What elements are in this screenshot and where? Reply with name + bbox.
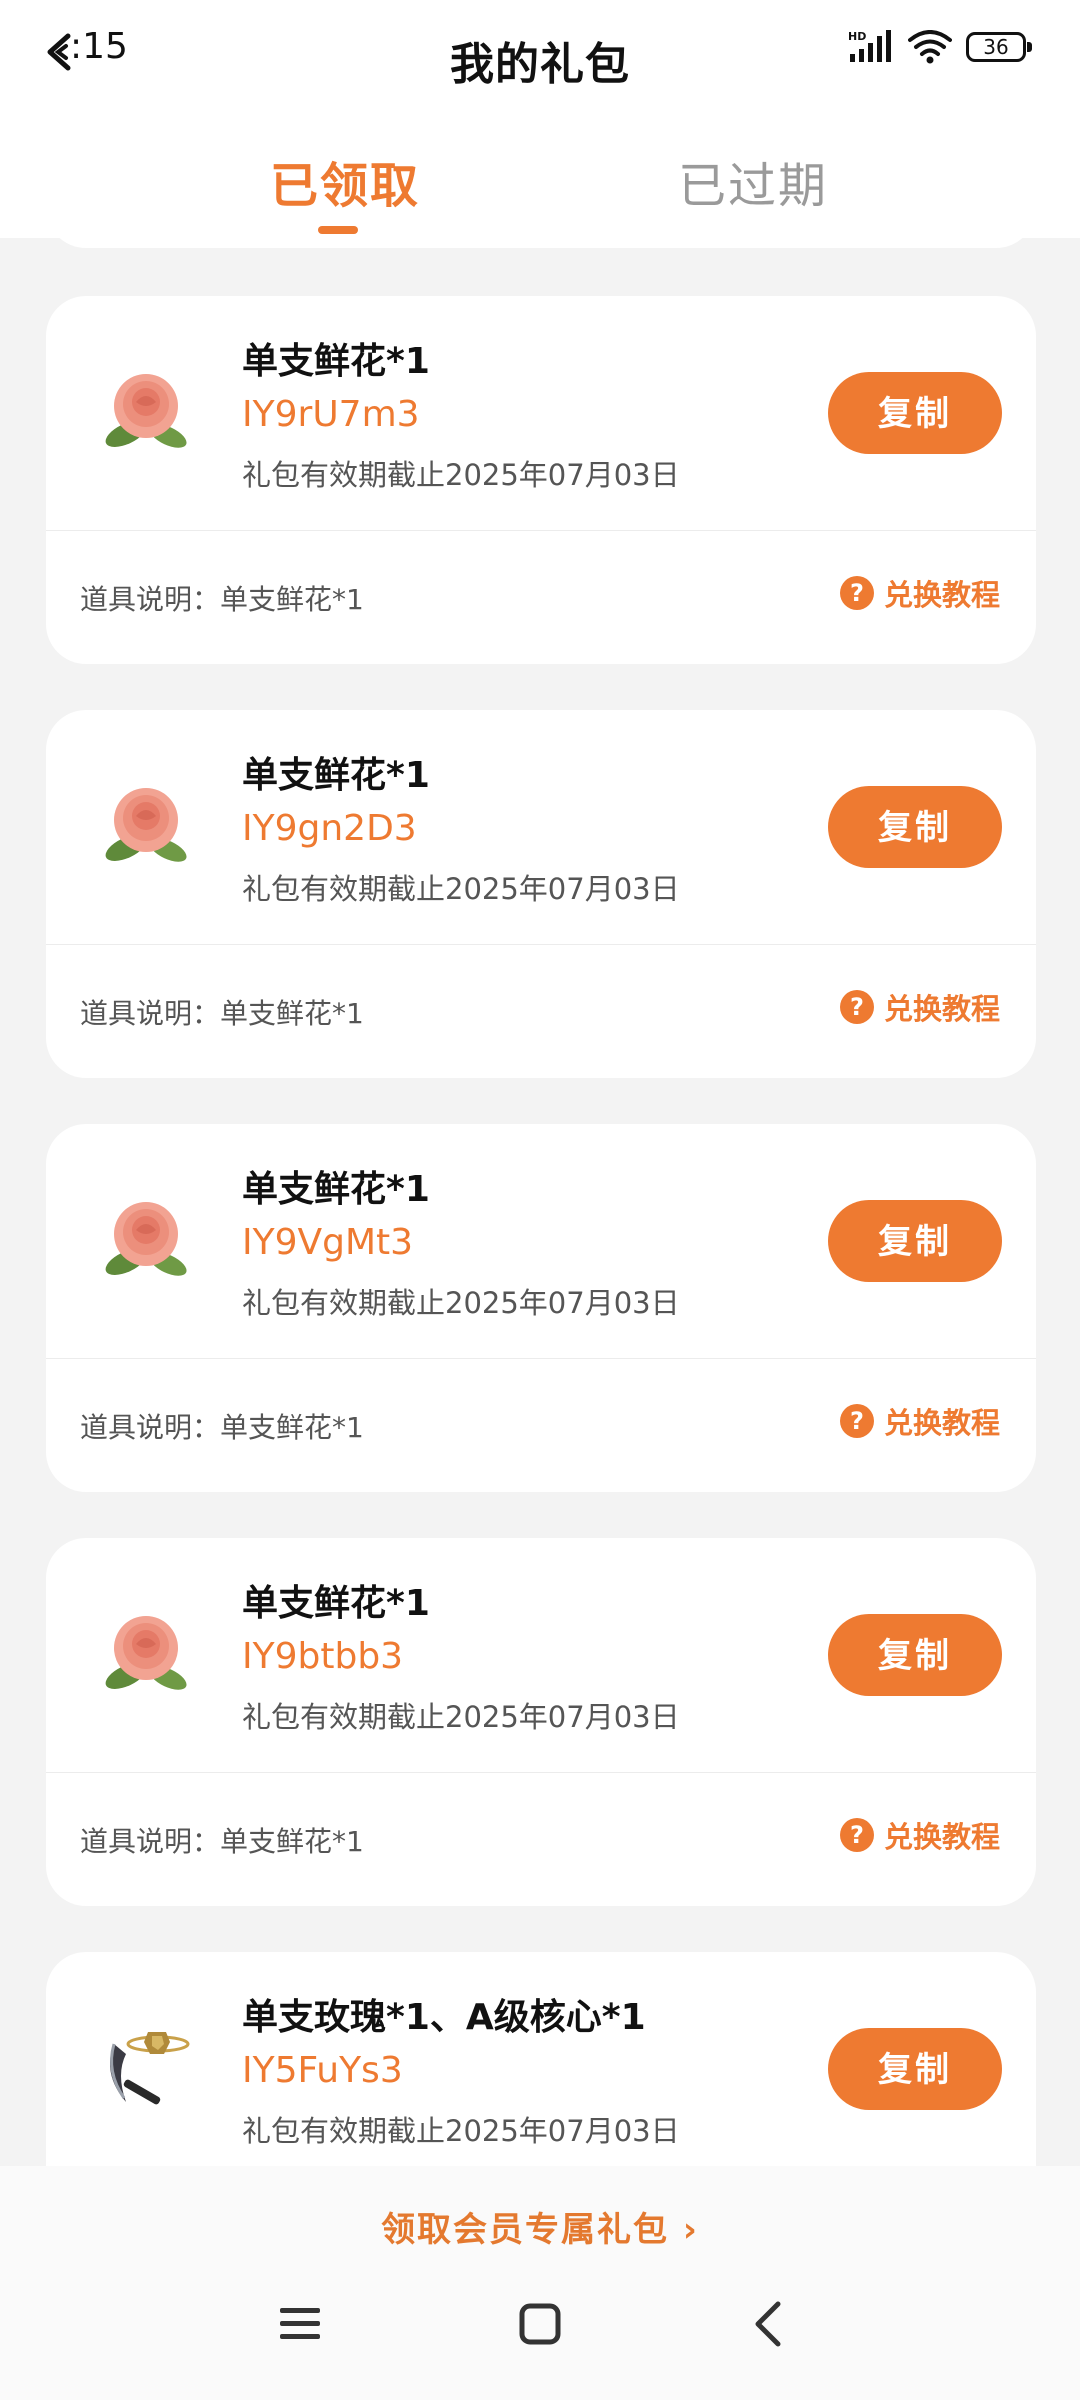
- redeem-tutorial-link[interactable]: ? 兑换教程: [839, 572, 1000, 614]
- menu-icon[interactable]: [272, 2296, 328, 2352]
- copy-button[interactable]: 复制: [828, 372, 1002, 454]
- item-description: 道具说明：单支鲜花*1: [80, 583, 364, 616]
- copy-button[interactable]: 复制: [828, 1614, 1002, 1696]
- redeem-tutorial-label: 兑换教程: [883, 992, 1000, 1026]
- gift-expiry: 礼包有效期截止2025年07月03日: [242, 1700, 680, 1734]
- gift-card-main: 单支玫瑰*1、A级核心*1 IY5FuYs3 礼包有效期截止2025年07月03…: [46, 1952, 1036, 2186]
- item-description: 道具说明：单支鲜花*1: [80, 1411, 364, 1444]
- gift-name: 单支鲜花*1: [242, 1583, 430, 1624]
- status-bar: :15 我的礼包 HD 36: [0, 0, 1080, 110]
- gift-card-main: 单支鲜花*1 IY9VgMt3 礼包有效期截止2025年07月03日 复制: [46, 1124, 1036, 1358]
- redeem-tutorial-label: 兑换教程: [883, 1406, 1000, 1440]
- rose-icon: [105, 374, 187, 448]
- gift-name: 单支鲜花*1: [242, 341, 430, 382]
- rose-icon: [105, 1202, 187, 1276]
- battery-icon: 36: [966, 32, 1032, 62]
- gift-name: 单支鲜花*1: [242, 755, 430, 796]
- gift-card: 单支鲜花*1 IY9VgMt3 礼包有效期截止2025年07月03日 复制 道具…: [46, 1124, 1036, 1492]
- footer: 领取会员专属礼包 ›: [0, 2166, 1080, 2400]
- redeem-tutorial-link[interactable]: ? 兑换教程: [839, 1814, 1000, 1856]
- item-description: 道具说明：单支鲜花*1: [80, 997, 364, 1030]
- gift-card: 单支鲜花*1 IY9rU7m3 礼包有效期截止2025年07月03日 复制 道具…: [46, 296, 1036, 664]
- gift-card: 单支鲜花*1 IY9gn2D3 礼包有效期截止2025年07月03日 复制 道具…: [46, 710, 1036, 1078]
- tab-claimed[interactable]: 已领取: [270, 146, 420, 216]
- question-icon: ?: [839, 1818, 874, 1852]
- gift-card-main: 单支鲜花*1 IY9btbb3 礼包有效期截止2025年07月03日 复制: [46, 1538, 1036, 1772]
- gift-card-main: 单支鲜花*1 IY9gn2D3 礼包有效期截止2025年07月03日 复制: [46, 710, 1036, 944]
- active-tab-indicator: [318, 226, 358, 234]
- redeem-tutorial-label: 兑换教程: [883, 1820, 1000, 1854]
- wifi-icon: [908, 30, 952, 64]
- redeem-tutorial-link[interactable]: ? 兑换教程: [839, 1400, 1000, 1442]
- gift-code: IY9rU7m3: [242, 394, 420, 435]
- tab-expired[interactable]: 已过期: [678, 146, 828, 216]
- back-icon[interactable]: [742, 2296, 798, 2352]
- question-icon: ?: [839, 990, 874, 1024]
- home-icon[interactable]: [512, 2296, 568, 2352]
- card-divider: [46, 944, 1036, 945]
- card-divider: [46, 1358, 1036, 1359]
- gift-expiry: 礼包有效期截止2025年07月03日: [242, 2114, 680, 2148]
- question-icon: ?: [839, 576, 874, 610]
- redeem-tutorial-label: 兑换教程: [883, 578, 1000, 612]
- item-description: 道具说明：单支鲜花*1: [80, 1825, 364, 1858]
- gift-code: IY9btbb3: [242, 1636, 404, 1677]
- gift-code: IY5FuYs3: [242, 2050, 403, 2091]
- gift-code: IY9VgMt3: [242, 1222, 414, 1263]
- card-divider: [46, 1772, 1036, 1773]
- question-icon: ?: [839, 1404, 874, 1438]
- tab-bar: 已领取 已过期: [0, 110, 1080, 238]
- copy-button[interactable]: 复制: [828, 1200, 1002, 1282]
- gift-card: 单支鲜花*1 IY9btbb3 礼包有效期截止2025年07月03日 复制 道具…: [46, 1538, 1036, 1906]
- gift-name: 单支玫瑰*1、A级核心*1: [242, 1997, 646, 2038]
- member-gift-link[interactable]: 领取会员专属礼包 ›: [0, 2202, 1080, 2251]
- scythe-core-icon: [110, 2032, 190, 2105]
- gift-list: 单支鲜花*1 IY9rU7m3 礼包有效期截止2025年07月03日 复制 道具…: [46, 296, 1036, 2366]
- system-nav-bar: [0, 2296, 1080, 2376]
- copy-button[interactable]: 复制: [828, 786, 1002, 868]
- rose-icon: [105, 1616, 187, 1690]
- card-divider: [46, 530, 1036, 531]
- gift-expiry: 礼包有效期截止2025年07月03日: [242, 458, 680, 492]
- signal-hd-label: HD: [848, 30, 866, 43]
- gift-card-main: 单支鲜花*1 IY9rU7m3 礼包有效期截止2025年07月03日 复制: [46, 296, 1036, 530]
- gift-name: 单支鲜花*1: [242, 1169, 430, 1210]
- gift-expiry: 礼包有效期截止2025年07月03日: [242, 872, 680, 906]
- status-icons: HD 36: [848, 30, 1032, 64]
- redeem-tutorial-link[interactable]: ? 兑换教程: [839, 986, 1000, 1028]
- signal-icon: HD: [848, 30, 891, 62]
- gift-code: IY9gn2D3: [242, 808, 417, 849]
- gift-expiry: 礼包有效期截止2025年07月03日: [242, 1286, 680, 1320]
- copy-button[interactable]: 复制: [828, 2028, 1002, 2110]
- rose-icon: [105, 788, 187, 862]
